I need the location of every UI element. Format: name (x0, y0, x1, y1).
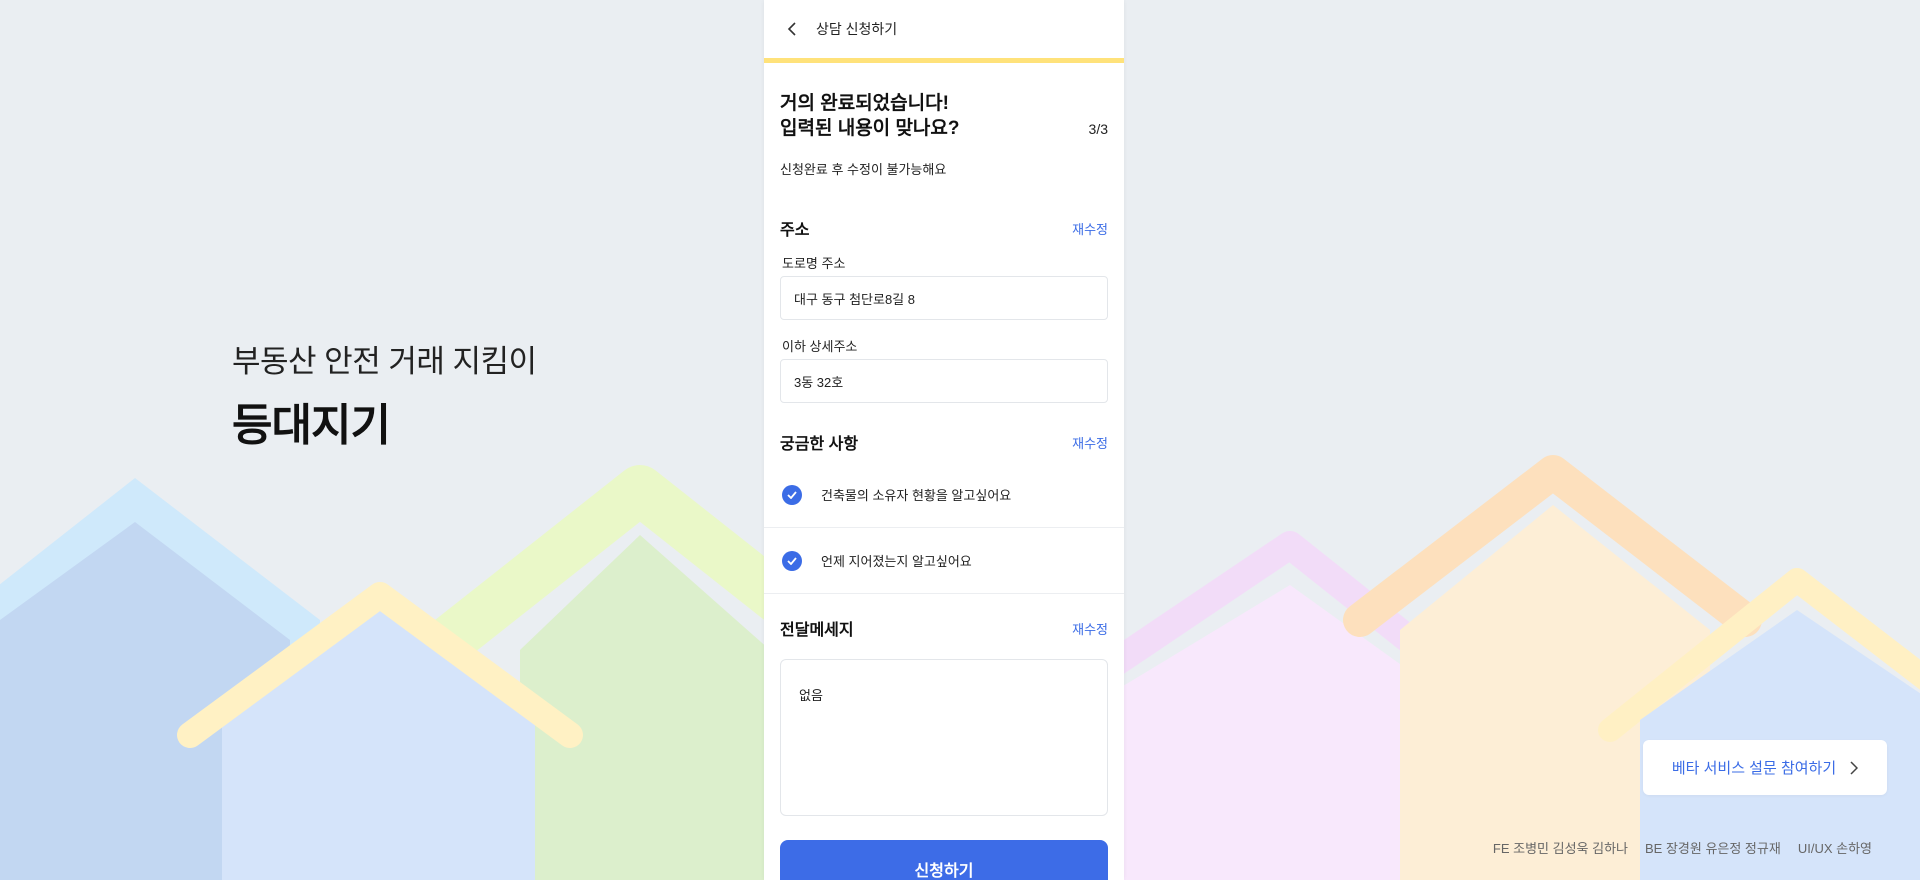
detail-address-field: 3동 32호 (780, 359, 1108, 403)
credit-fe: FE 조병민 김성욱 김하나 (1492, 841, 1628, 856)
step-indicator: 3/3 (1088, 121, 1108, 137)
questions-section-title: 궁금한 사항 (780, 436, 859, 453)
check-circle-icon (782, 484, 802, 505)
question-text: 건축물의 소유자 현황을 알고싶어요 (821, 488, 1012, 503)
brand-tagline: 부동산 안전 거래 지킴이 (232, 344, 537, 379)
chevron-right-icon (1850, 760, 1859, 775)
brand-name: 등대지기 (232, 401, 391, 450)
questions-section-header: 궁금한 사항 재수정 (780, 430, 1108, 454)
brand-block: 부동산 안전 거래 지킴이 등대지기 (232, 336, 537, 453)
page-title: 상담 신청하기 (816, 21, 898, 37)
question-item: 언제 지어졌는지 알고싶어요 (764, 528, 1124, 594)
consultation-panel: 상담 신청하기 3/3 거의 완료되었습니다! 입력된 내용이 맞나요? 신청완… (764, 0, 1124, 880)
form-content: 3/3 거의 완료되었습니다! 입력된 내용이 맞나요? 신청완료 후 수정이 … (764, 91, 1124, 880)
address-section-header: 주소 재수정 (780, 216, 1108, 240)
check-circle-icon (782, 550, 802, 571)
question-text: 언제 지어졌는지 알고싶어요 (821, 554, 972, 569)
survey-button[interactable]: 베타 서비스 설문 참여하기 (1643, 740, 1887, 795)
question-item: 건축물의 소유자 현황을 알고싶어요 (764, 462, 1124, 528)
detail-address-label: 이하 상세주소 (782, 339, 858, 354)
panel-header: 상담 신청하기 (764, 0, 1124, 63)
message-edit-link[interactable]: 재수정 (1072, 619, 1108, 638)
credit-uiux: UI/UX 손하영 (1797, 841, 1872, 856)
questions-edit-link[interactable]: 재수정 (1072, 433, 1108, 452)
credit-be: BE 장경원 유은정 정규재 (1645, 841, 1781, 856)
road-address-label: 도로명 주소 (782, 256, 846, 271)
road-address-field: 대구 동구 첨단로8길 8 (780, 276, 1108, 320)
edit-notice: 신청완료 후 수정이 불가능해요 (780, 162, 947, 177)
message-section-title: 전달메세지 (780, 622, 854, 639)
message-field: 없음 (780, 659, 1108, 816)
headline-line-1: 거의 완료되었습니다! (780, 93, 949, 114)
address-section-title: 주소 (780, 222, 810, 239)
question-list: 건축물의 소유자 현황을 알고싶어요 언제 지어졌는지 알고싶어요 (764, 462, 1124, 594)
chevron-left-icon[interactable] (782, 18, 804, 40)
headline-line-2: 입력된 내용이 맞나요? (780, 118, 960, 139)
form-headline: 거의 완료되었습니다! 입력된 내용이 맞나요? (780, 91, 1108, 141)
message-section-header: 전달메세지 재수정 (780, 616, 1108, 640)
team-credits: FE 조병민 김성욱 김하나 BE 장경원 유은정 정규재 UI/UX 손하영 (1493, 838, 1872, 857)
submit-button[interactable]: 신청하기 (780, 840, 1108, 880)
survey-button-label: 베타 서비스 설문 참여하기 (1671, 760, 1837, 777)
address-edit-link[interactable]: 재수정 (1072, 219, 1108, 238)
